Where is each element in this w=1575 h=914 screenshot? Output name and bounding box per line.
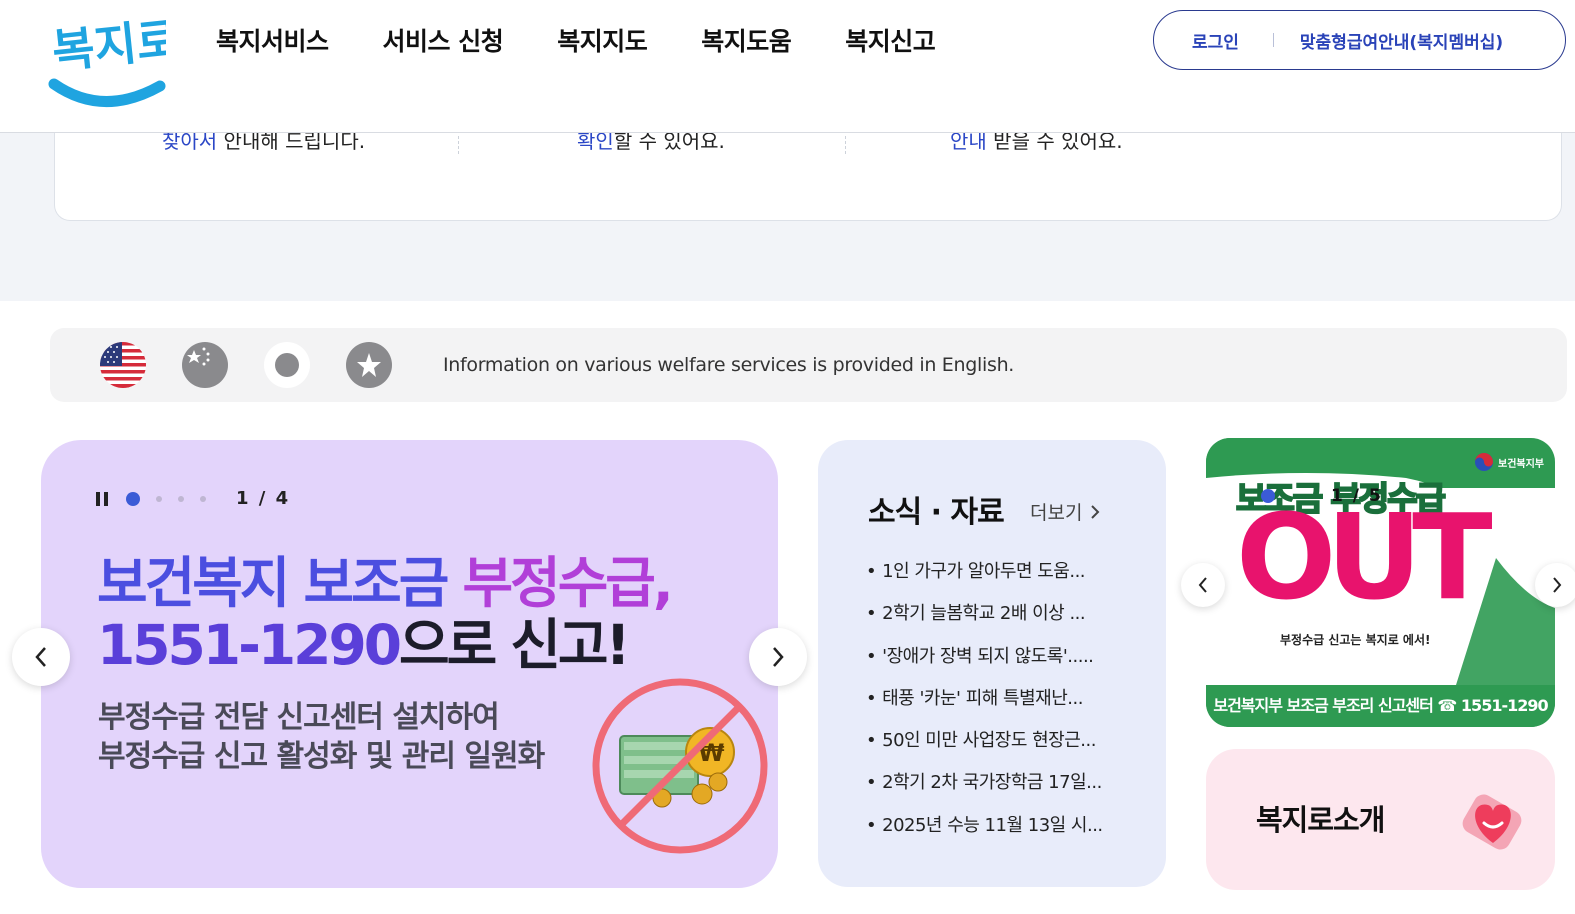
promo-controls: 1 / 5 <box>1261 486 1383 506</box>
promo-counter: 1 / 5 <box>1331 486 1383 506</box>
intro-card[interactable]: 복지로소개 <box>1206 749 1555 890</box>
banner-controls: 1 / 4 <box>96 488 290 509</box>
promo-dot-1[interactable] <box>1261 489 1275 503</box>
nav-service-apply[interactable]: 서비스 신청 <box>383 22 504 58</box>
banner-dot-3[interactable] <box>178 495 184 502</box>
nav-welfare-services[interactable]: 복지서비스 <box>216 22 329 58</box>
site-header: 복지로 복지서비스 서비스 신청 복지지도 복지도움 복지신고 로그인 맞춤형급… <box>0 0 1575 133</box>
promo-banner[interactable]: 보건복지부 보조금 부정수급 OUT 부정수급 신고는 복지로 에서! 보건복지… <box>1206 438 1555 727</box>
chevron-left-icon <box>35 647 46 667</box>
heart-icon <box>1462 794 1522 850</box>
us-flag-icon[interactable] <box>100 342 146 388</box>
nav-welfare-report[interactable]: 복지신고 <box>845 22 936 58</box>
banner-title-line2: 1551-1290으로 신고! <box>97 613 631 677</box>
banner-next-button[interactable] <box>749 628 807 686</box>
news-more-link[interactable]: 더보기 <box>1030 498 1102 525</box>
svg-text:복지로: 복지로 <box>50 12 166 79</box>
banner-dot-2[interactable] <box>156 495 162 502</box>
pause-icon[interactable] <box>96 491 109 506</box>
news-item[interactable]: 2학기 늘봄학교 2배 이상 ... <box>866 602 1103 644</box>
chevron-right-icon <box>1553 577 1562 593</box>
membership-link[interactable]: 맞춤형급여안내(복지멤버십) <box>1300 28 1503 53</box>
news-item[interactable]: 2학기 2차 국가장학금 17일... <box>866 771 1103 813</box>
bokjiro-logo[interactable]: 복지로 <box>48 6 166 114</box>
banner-prev-button[interactable] <box>12 628 70 686</box>
language-description: Information on various welfare services … <box>443 354 1015 376</box>
promo-bottom-bar: 보건복지부 보조금 부조리 신고센터 ☎ 1551-1290 <box>1206 685 1555 727</box>
banner-subtitle-line1: 부정수급 전담 신고센터 설치하여 <box>98 700 500 735</box>
promo-report-text: 부정수급 신고는 복지로 에서! <box>1280 633 1431 647</box>
main-banner[interactable]: 1 / 4 보건복지 보조금 부정수급, 1551-1290으로 신고! 부정수… <box>41 440 778 888</box>
promo-out-text: OUT <box>1236 488 1493 626</box>
banner-dot-1[interactable] <box>126 491 140 506</box>
nav-welfare-map[interactable]: 복지지도 <box>557 22 648 58</box>
chevron-left-icon <box>1198 577 1207 593</box>
banner-subtitle-line2: 부정수급 신고 활성화 및 관리 일원화 <box>98 739 545 774</box>
prev-divider <box>845 136 846 154</box>
prohibited-money-icon: ₩ <box>592 678 768 854</box>
main-nav: 복지서비스 서비스 신청 복지지도 복지도움 복지신고 <box>216 22 989 58</box>
ministry-label: 보건복지부 <box>1474 452 1544 472</box>
news-item[interactable]: 2025년 수능 11월 13일 시... <box>866 814 1103 856</box>
language-bar: Information on various welfare services … <box>50 328 1567 402</box>
promo-prev-button[interactable] <box>1181 563 1225 607</box>
chevron-right-icon <box>1091 504 1100 519</box>
news-item[interactable]: 50인 미만 사업장도 현장근... <box>866 729 1103 771</box>
news-title: 소식 · 자료 <box>868 495 1005 530</box>
utility-divider <box>1272 33 1274 47</box>
utility-box: 로그인 맞춤형급여안내(복지멤버십) <box>1153 10 1566 70</box>
banner-counter: 1 / 4 <box>236 488 291 509</box>
news-item[interactable]: 태풍 '카눈' 피해 특별재난... <box>866 687 1103 729</box>
news-panel: 소식 · 자료 더보기 1인 가구가 알아두면 도움... 2학기 늘봄학교 2… <box>818 440 1166 887</box>
chevron-right-icon <box>773 647 784 667</box>
promo-next-button[interactable] <box>1535 563 1575 607</box>
login-link[interactable]: 로그인 <box>1192 28 1239 53</box>
news-item[interactable]: 1인 가구가 알아두면 도움... <box>866 560 1103 602</box>
news-item[interactable]: '장애가 장벽 되지 않도록'..... <box>866 645 1103 687</box>
china-flag-icon[interactable] <box>182 342 228 388</box>
intro-label: 복지로소개 <box>1256 803 1385 837</box>
japan-flag-icon[interactable] <box>264 342 310 388</box>
vietnam-flag-icon[interactable] <box>346 342 392 388</box>
news-list: 1인 가구가 알아두면 도움... 2학기 늘봄학교 2배 이상 ... '장애… <box>866 560 1103 856</box>
prev-divider <box>458 136 459 154</box>
banner-dot-4[interactable] <box>200 495 206 502</box>
taegeuk-icon <box>1475 453 1493 471</box>
nav-welfare-help[interactable]: 복지도움 <box>701 22 792 58</box>
